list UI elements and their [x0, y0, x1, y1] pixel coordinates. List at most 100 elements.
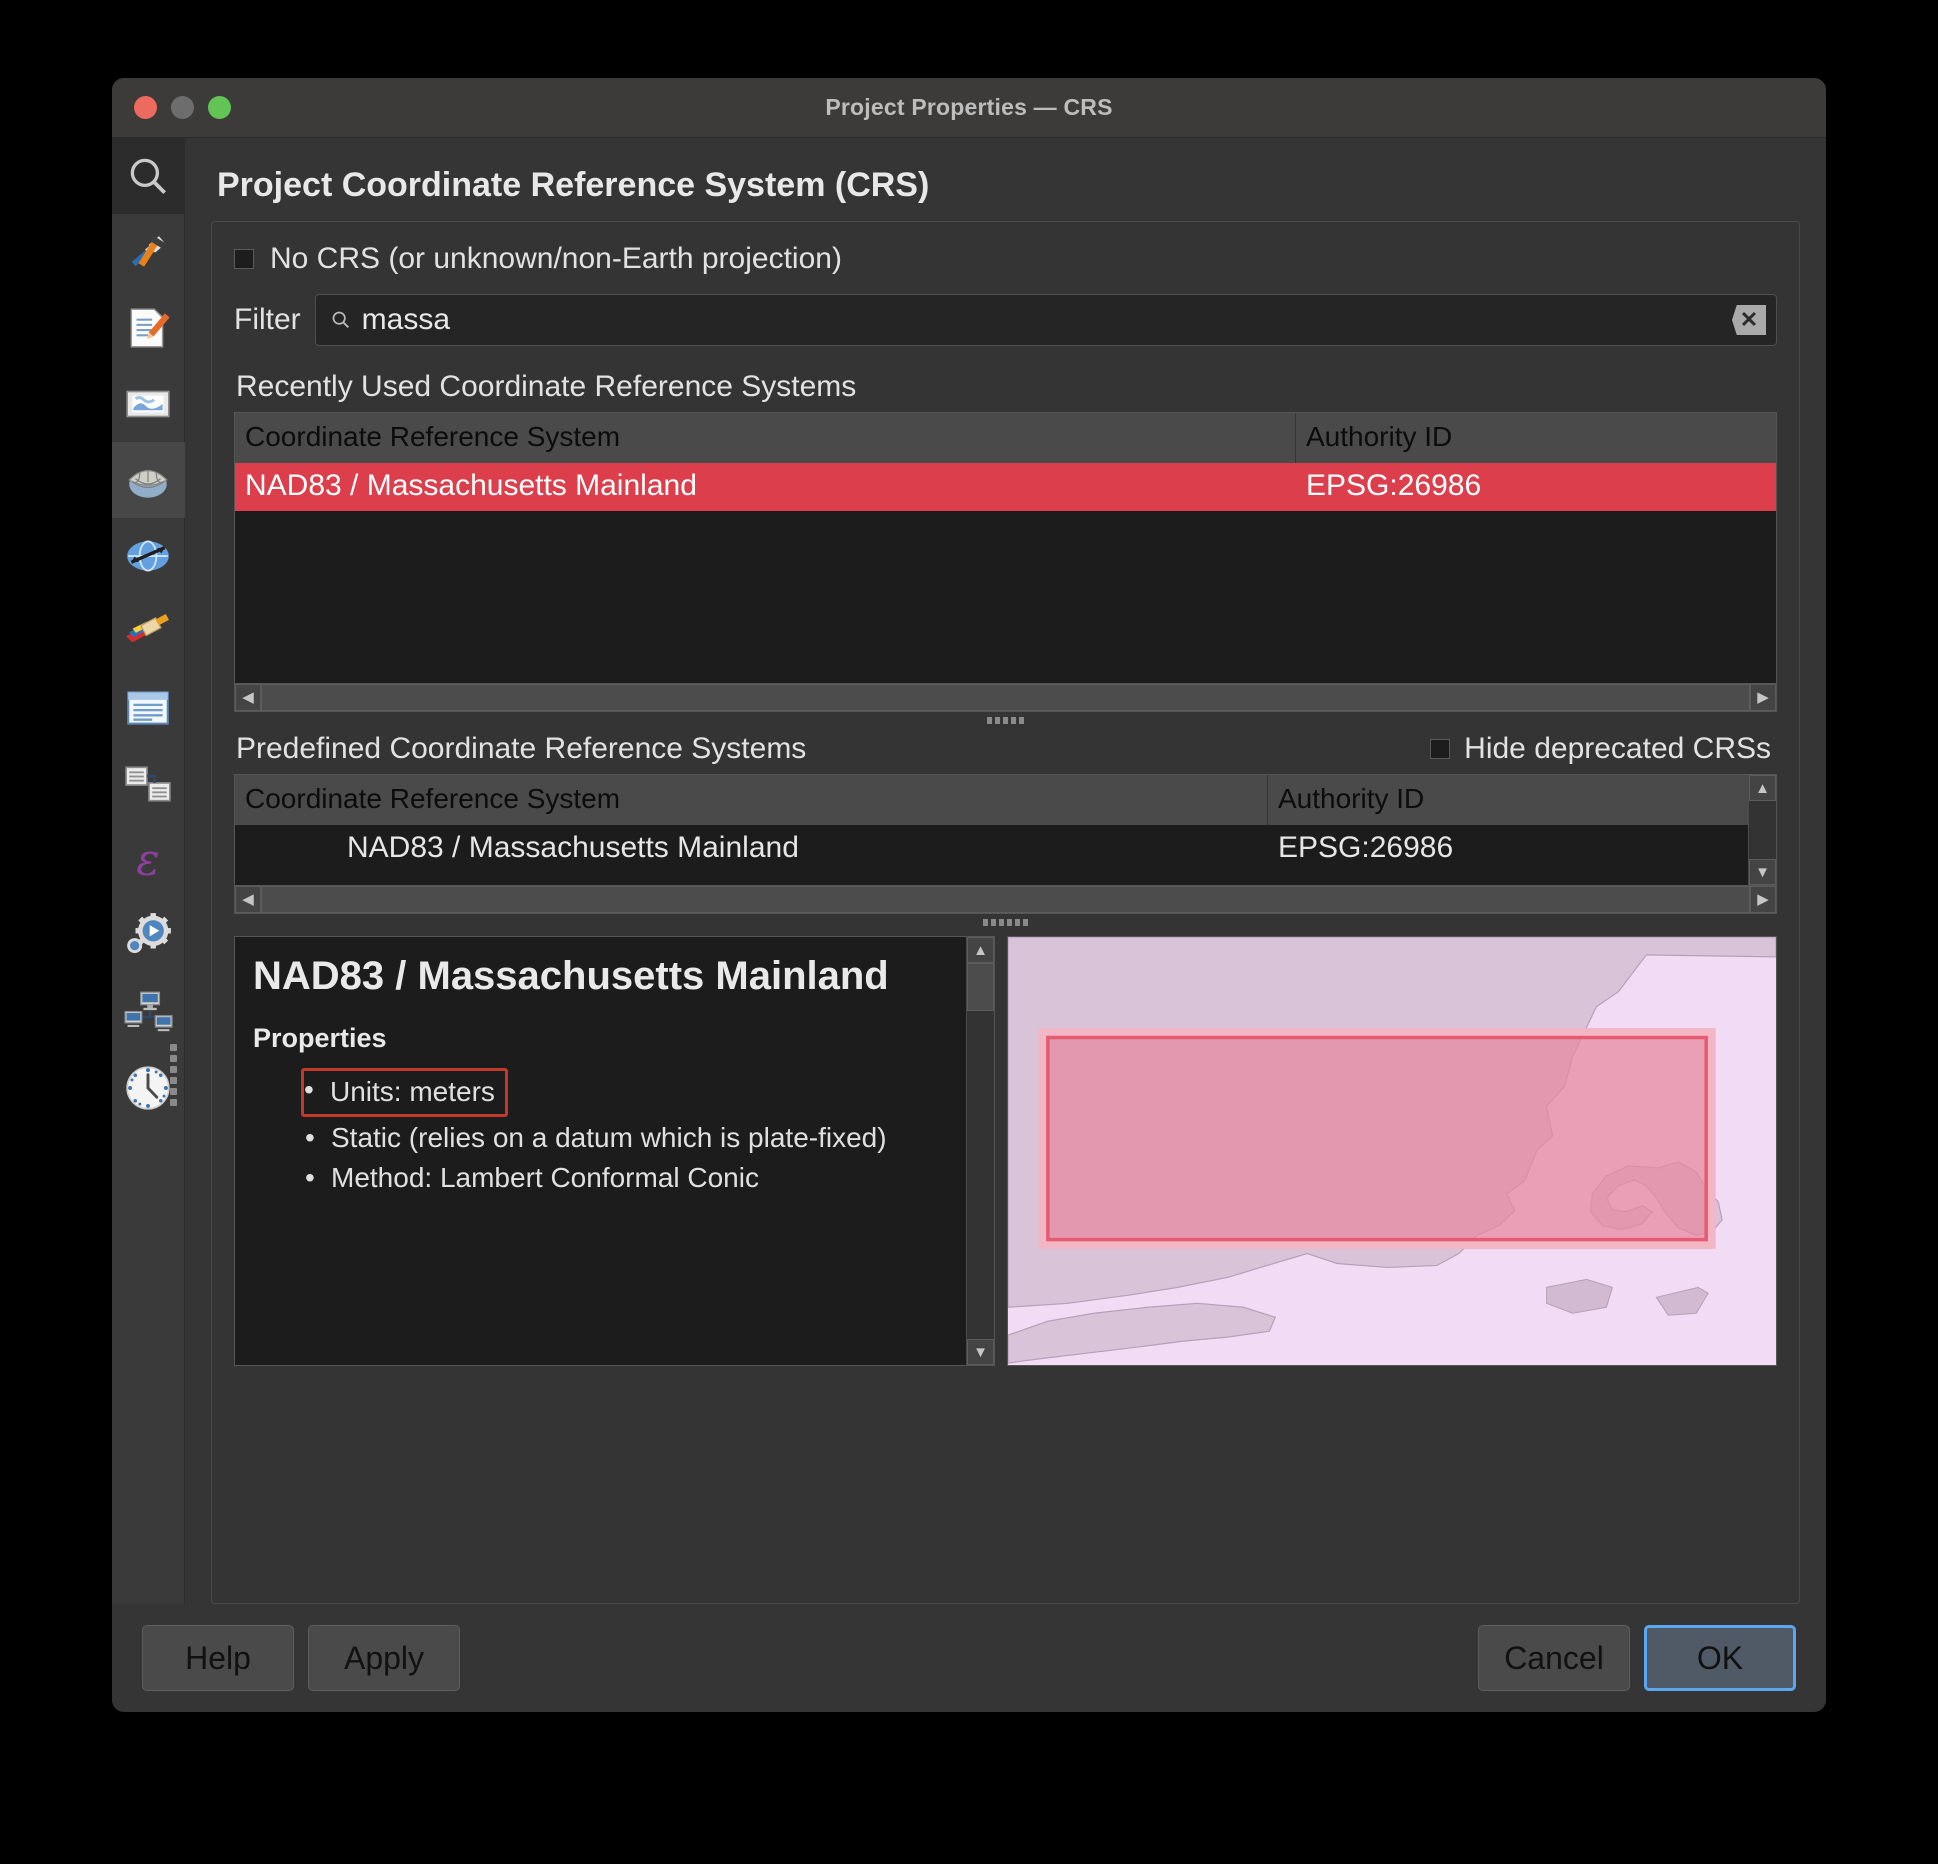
property-method: Method: Lambert Conformal Conic: [305, 1159, 948, 1198]
vscroll-thumb[interactable]: [967, 963, 994, 1011]
ok-button[interactable]: OK: [1644, 1625, 1796, 1691]
cell-authority: EPSG:26986: [1306, 469, 1482, 502]
column-header-authority[interactable]: Authority ID: [1296, 413, 1776, 463]
cell-crs: NAD83 / Massachusetts Mainland: [347, 831, 799, 864]
search-icon: [130, 158, 166, 194]
extent-rect-outer: [1038, 1028, 1716, 1250]
predefined-rows: NAD83 / Massachusetts Mainland EPSG:2698…: [235, 825, 1748, 885]
scroll-right-arrow-icon[interactable]: ▶: [1750, 684, 1776, 711]
crs-settings-panel: Project Coordinate Reference System (CRS…: [185, 138, 1826, 1604]
globe-grid-icon: [128, 469, 168, 498]
cell-authority: EPSG:26986: [1278, 831, 1454, 864]
crs-groupbox: No CRS (or unknown/non-Earth projection)…: [211, 221, 1800, 1604]
zoom-button[interactable]: [208, 96, 231, 119]
no-crs-row[interactable]: No CRS (or unknown/non-Earth projection): [234, 242, 1777, 276]
relations-icon: [125, 766, 171, 802]
scroll-down-arrow-icon[interactable]: ▼: [1749, 859, 1776, 885]
help-button[interactable]: Help: [142, 1625, 294, 1691]
scroll-right-arrow-icon[interactable]: ▶: [1750, 886, 1776, 913]
clock-icon: [126, 1066, 170, 1110]
description-vscrollbar[interactable]: ▲ ▼: [966, 937, 994, 1365]
recently-used-rows: NAD83 / Massachusetts Mainland EPSG:2698…: [235, 463, 1776, 683]
crs-description-pane: NAD83 / Massachusetts Mainland Propertie…: [234, 936, 995, 1366]
extent-map-svg: [1008, 937, 1776, 1365]
window-body: ε Project Coordinate Reference System (C…: [112, 138, 1826, 1604]
svg-text:ε: ε: [136, 835, 159, 885]
predefined-vscrollbar[interactable]: ▲ ▼: [1748, 775, 1776, 885]
sidebar-item-variables[interactable]: ε: [112, 822, 185, 898]
column-header-crs[interactable]: Coordinate Reference System: [235, 775, 1268, 825]
search-icon: [332, 311, 349, 329]
no-crs-label: No CRS (or unknown/non-Earth projection): [270, 242, 842, 275]
column-header-authority[interactable]: Authority ID: [1268, 775, 1748, 825]
sidebar-item-macros[interactable]: [112, 898, 185, 974]
sidebar-item-data-sources[interactable]: [112, 670, 185, 746]
hide-deprecated-row[interactable]: Hide deprecated CRSs: [1430, 732, 1771, 766]
scroll-up-arrow-icon[interactable]: ▲: [1749, 775, 1776, 801]
cancel-button[interactable]: Cancel: [1478, 1625, 1630, 1691]
dialog-button-bar: Help Apply Cancel OK: [112, 1604, 1826, 1712]
globe-arrows-icon: [127, 540, 169, 572]
crs-description-title: NAD83 / Massachusetts Mainland: [253, 954, 889, 998]
gear-play-icon: [127, 913, 171, 954]
sidebar-item-qgis-server[interactable]: [112, 974, 185, 1050]
vscroll-track[interactable]: [1749, 801, 1776, 859]
sidebar-item-styles[interactable]: [112, 594, 185, 670]
cell-crs: NAD83 / Massachusetts Mainland: [245, 469, 697, 502]
predefined-hscrollbar[interactable]: ◀ ▶: [235, 885, 1776, 913]
tools-icon: [131, 234, 168, 267]
apply-button[interactable]: Apply: [308, 1625, 460, 1691]
hide-deprecated-checkbox[interactable]: [1430, 739, 1451, 759]
table-row[interactable]: NAD83 / Massachusetts Mainland EPSG:2698…: [235, 463, 1776, 511]
scroll-left-arrow-icon[interactable]: ◀: [235, 684, 261, 711]
crs-description-body: NAD83 / Massachusetts Mainland Propertie…: [235, 937, 966, 1365]
map-canvas-icon: [126, 390, 170, 418]
sidebar-splitter-handle[interactable]: [170, 1044, 177, 1106]
no-crs-checkbox[interactable]: [234, 249, 254, 269]
window-titlebar: Project Properties — CRS: [112, 78, 1826, 138]
column-header-crs[interactable]: Coordinate Reference System: [235, 413, 1296, 463]
table-row[interactable]: NAD83 / Massachusetts Mainland EPSG:2698…: [235, 825, 1748, 873]
filter-field[interactable]: ✕: [314, 294, 1777, 346]
hscroll-track[interactable]: [261, 684, 1750, 711]
filter-row: Filter ✕: [234, 294, 1777, 346]
sidebar-item-search[interactable]: [112, 138, 185, 214]
sidebar-item-general[interactable]: [112, 214, 185, 290]
hscroll-track[interactable]: [261, 886, 1750, 913]
sidebar-item-crs[interactable]: [112, 442, 185, 518]
minimize-button[interactable]: [171, 96, 194, 119]
sidebar-item-metadata[interactable]: [112, 290, 185, 366]
predefined-heading: Predefined Coordinate Reference Systems: [236, 732, 807, 765]
paint-brush-icon: [126, 614, 169, 643]
traffic-lights: [134, 96, 231, 119]
hide-deprecated-label: Hide deprecated CRSs: [1464, 732, 1771, 765]
recently-used-table-header: Coordinate Reference System Authority ID: [235, 413, 1776, 463]
document-pencil-icon: [130, 308, 170, 348]
close-button[interactable]: [134, 96, 157, 119]
filter-input[interactable]: [361, 303, 1732, 337]
property-units: Units: meters: [301, 1068, 508, 1117]
sidebar-item-view-settings[interactable]: [112, 366, 185, 442]
crs-properties-list: Units: meters Static (relies on a datum …: [301, 1068, 948, 1198]
description-splitter-handle[interactable]: [234, 914, 1777, 930]
recently-used-hscrollbar[interactable]: ◀ ▶: [235, 683, 1776, 711]
crs-properties-subtitle: Properties: [253, 1023, 387, 1053]
predefined-table-header: Coordinate Reference System Authority ID: [235, 775, 1748, 825]
scroll-down-arrow-icon[interactable]: ▼: [967, 1339, 994, 1365]
lists-splitter-handle[interactable]: [234, 712, 1777, 728]
predefined-heading-row: Predefined Coordinate Reference Systems …: [236, 732, 1777, 766]
sidebar-item-relations[interactable]: [112, 746, 185, 822]
project-properties-window: Project Properties — CRS ε Project Coord…: [112, 78, 1826, 1712]
hscroll-thumb[interactable]: [261, 684, 1750, 711]
page-title: Project Coordinate Reference System (CRS…: [217, 166, 930, 204]
vscroll-track[interactable]: [967, 963, 994, 1339]
scroll-left-arrow-icon[interactable]: ◀: [235, 886, 261, 913]
predefined-table: Coordinate Reference System Authority ID…: [234, 774, 1777, 914]
hscroll-thumb[interactable]: [261, 886, 1750, 913]
filter-label: Filter: [234, 303, 301, 336]
crs-extent-preview-map: [1007, 936, 1777, 1366]
scroll-up-arrow-icon[interactable]: ▲: [967, 937, 994, 963]
window-title: Project Properties — CRS: [825, 94, 1113, 120]
sidebar-item-transformations[interactable]: [112, 518, 185, 594]
clear-icon[interactable]: ✕: [1732, 305, 1766, 335]
